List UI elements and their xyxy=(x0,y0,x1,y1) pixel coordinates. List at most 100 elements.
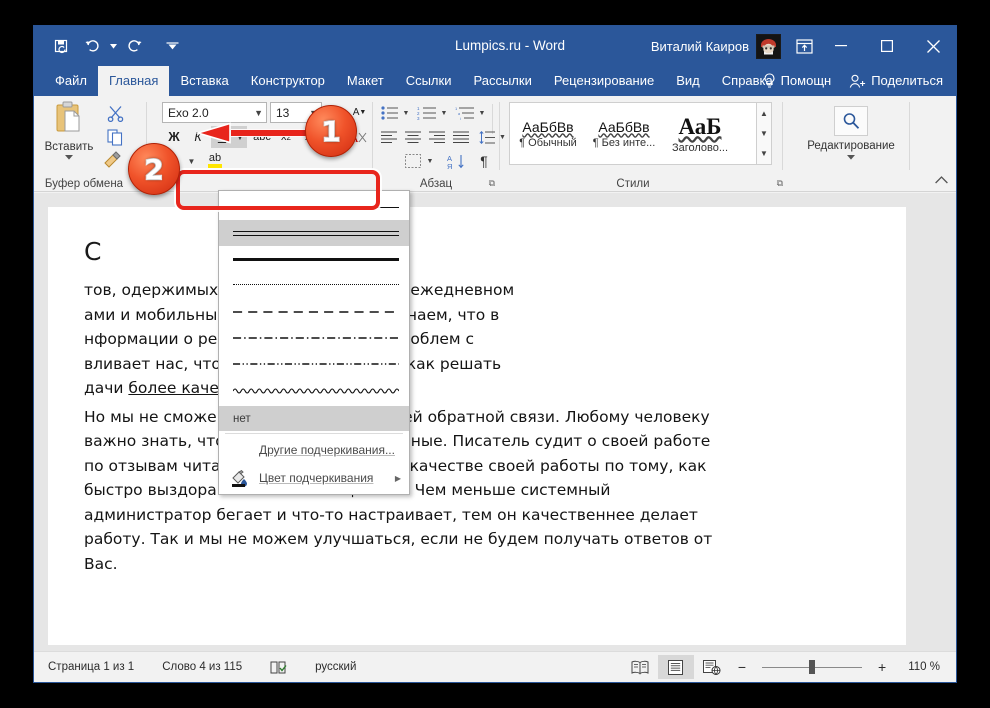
spellcheck-icon xyxy=(270,660,287,675)
styles-gallery-scroll[interactable]: ▲ ▼ ▼ xyxy=(757,102,772,165)
zoom-in-label: + xyxy=(878,659,886,675)
align-right-button[interactable] xyxy=(426,126,448,148)
borders-button[interactable] xyxy=(402,150,424,172)
tab-references[interactable]: Ссылки xyxy=(395,66,463,96)
scroll-up-icon[interactable]: ▲ xyxy=(757,103,771,123)
align-center-button[interactable] xyxy=(402,126,424,148)
chevron-down-icon[interactable]: ▼ xyxy=(185,150,198,172)
style-item[interactable]: АаБбВв ¶ Обычный xyxy=(510,103,586,164)
tell-me-button[interactable]: Помощн xyxy=(756,66,839,96)
zoom-level[interactable]: 110 % xyxy=(894,661,956,673)
zoom-out-button[interactable]: − xyxy=(730,659,754,675)
tab-view[interactable]: Вид xyxy=(665,66,711,96)
document-body[interactable]: С тов, одержимых идеей помогать Вам в еж… xyxy=(84,237,870,580)
status-bar: Страница 1 из 1 Слово 4 из 115 русский −… xyxy=(34,651,956,682)
editing-label: Редактирование xyxy=(807,140,895,152)
align-left-button[interactable] xyxy=(378,126,400,148)
proofing-status[interactable] xyxy=(256,660,301,675)
style-item[interactable]: АаБбВв ¶ Без инте... xyxy=(586,103,662,164)
p1-line: ами и мобильными устройствами. Мы знаем,… xyxy=(84,303,870,328)
collapse-ribbon-button[interactable] xyxy=(935,175,948,187)
tab-layout[interactable]: Макет xyxy=(336,66,395,96)
underline-option-double[interactable] xyxy=(219,220,409,246)
chevron-down-icon[interactable]: ▼ xyxy=(424,150,436,172)
multilevel-list-icon: 1ai xyxy=(455,106,474,120)
read-mode-icon[interactable] xyxy=(622,655,658,679)
maximize-button[interactable] xyxy=(864,26,910,66)
paste-button[interactable]: Вставить xyxy=(42,100,96,170)
underline-color-item[interactable]: Цвет подчеркивания ▶ xyxy=(219,464,409,492)
chevron-down-icon[interactable]: ▼ xyxy=(476,102,488,124)
style-preview: АаБбВв xyxy=(522,119,573,135)
page-status[interactable]: Страница 1 из 1 xyxy=(34,661,148,673)
tab-home[interactable]: Главная xyxy=(98,66,169,96)
double-line-preview xyxy=(233,227,399,239)
align-right-icon xyxy=(429,131,445,143)
tab-insert[interactable]: Вставка xyxy=(169,66,239,96)
justify-button[interactable] xyxy=(450,126,472,148)
more-underlines-item[interactable]: Другие подчеркивания... xyxy=(219,436,409,464)
submenu-arrow-icon: ▶ xyxy=(395,474,409,483)
chevron-down-icon xyxy=(847,155,855,160)
zoom-out-label: − xyxy=(738,659,746,675)
group-label-clipboard: Буфер обмена xyxy=(34,178,134,190)
highlight-button[interactable]: ab xyxy=(203,148,227,172)
underline-option-wave[interactable] xyxy=(219,376,409,402)
cut-button[interactable] xyxy=(102,102,128,124)
account-area[interactable]: Виталий Каиров xyxy=(651,26,781,66)
web-layout-icon[interactable] xyxy=(694,655,730,679)
zoom-in-button[interactable]: + xyxy=(870,659,894,675)
bullets-button[interactable] xyxy=(378,102,400,124)
format-painter-button[interactable] xyxy=(100,148,126,170)
zoom-thumb[interactable] xyxy=(809,660,815,674)
copy-button[interactable] xyxy=(102,126,128,148)
sort-button[interactable]: АЯ xyxy=(445,150,469,172)
annotation-badge-2: 2 xyxy=(128,143,180,195)
tab-mailings[interactable]: Рассылки xyxy=(462,66,542,96)
p1-line: тов, одержимых идеей помогать Вам в ежед… xyxy=(84,278,870,303)
styles-dialog-launcher[interactable]: ⧉ xyxy=(777,178,783,189)
paragraph-dialog-launcher[interactable]: ⧉ xyxy=(489,178,495,189)
avatar[interactable] xyxy=(756,34,781,59)
status-right: − + 110 % xyxy=(622,655,956,679)
print-layout-icon[interactable] xyxy=(658,655,694,679)
chevron-down-icon[interactable]: ▼ xyxy=(438,102,450,124)
show-formatting-marks-button[interactable]: ¶ xyxy=(473,150,495,172)
scroll-down-icon[interactable]: ▼ xyxy=(757,123,771,143)
style-name: Заголово... xyxy=(672,142,728,154)
editing-button[interactable]: Редактирование xyxy=(803,106,899,160)
underline-option-thick[interactable] xyxy=(219,246,409,272)
underline-option-dotted[interactable] xyxy=(219,272,409,298)
tab-review[interactable]: Рецензирование xyxy=(543,66,665,96)
styles-gallery[interactable]: АаБбВв ¶ Обычный АаБбВв ¶ Без инте... Аа… xyxy=(509,102,757,165)
share-button[interactable]: Поделиться xyxy=(842,66,950,96)
chevron-down-icon[interactable]: ▼ xyxy=(400,102,412,124)
tabbar-right: Помощн Поделиться xyxy=(756,66,950,96)
language-status[interactable]: русский xyxy=(301,661,370,673)
line-spacing-button[interactable] xyxy=(476,126,498,148)
tab-design[interactable]: Конструктор xyxy=(240,66,336,96)
align-center-icon xyxy=(405,131,421,143)
underline-styles-menu[interactable]: нет Другие подчеркивания... Цвет подчерк… xyxy=(218,190,410,495)
underline-option-none[interactable]: нет xyxy=(219,406,409,431)
bold-button[interactable]: Ж xyxy=(163,126,185,148)
word-count-status[interactable]: Слово 4 из 115 xyxy=(148,661,256,673)
minimize-button[interactable] xyxy=(818,26,864,66)
underline-option-dashed[interactable] xyxy=(219,298,409,324)
underline-option-dash-dot-dot[interactable] xyxy=(219,350,409,376)
zoom-slider[interactable] xyxy=(762,657,862,677)
underline-option-dash-dot[interactable] xyxy=(219,324,409,350)
style-item[interactable]: АаБ Заголово... xyxy=(662,103,738,164)
font-name-combobox[interactable]: Exo 2.0 ▼ xyxy=(162,102,267,123)
numbering-button[interactable]: 123 xyxy=(414,102,438,124)
p2-line: администратор бегает и что-то настраивае… xyxy=(84,503,870,528)
multilevel-list-button[interactable]: 1ai xyxy=(452,102,476,124)
tab-file[interactable]: Файл xyxy=(44,66,98,96)
dash-dot-dot-line-preview xyxy=(233,357,399,369)
group-styles: АаБбВв ¶ Обычный АаБбВв ¶ Без инте... Аа… xyxy=(501,96,789,192)
close-button[interactable] xyxy=(910,26,956,66)
more-styles-icon[interactable]: ▼ xyxy=(757,144,771,164)
document-area[interactable]: С тов, одержимых идеей помогать Вам в еж… xyxy=(34,193,956,651)
document-page[interactable]: С тов, одержимых идеей помогать Вам в еж… xyxy=(48,207,906,645)
menu-divider xyxy=(225,433,403,434)
